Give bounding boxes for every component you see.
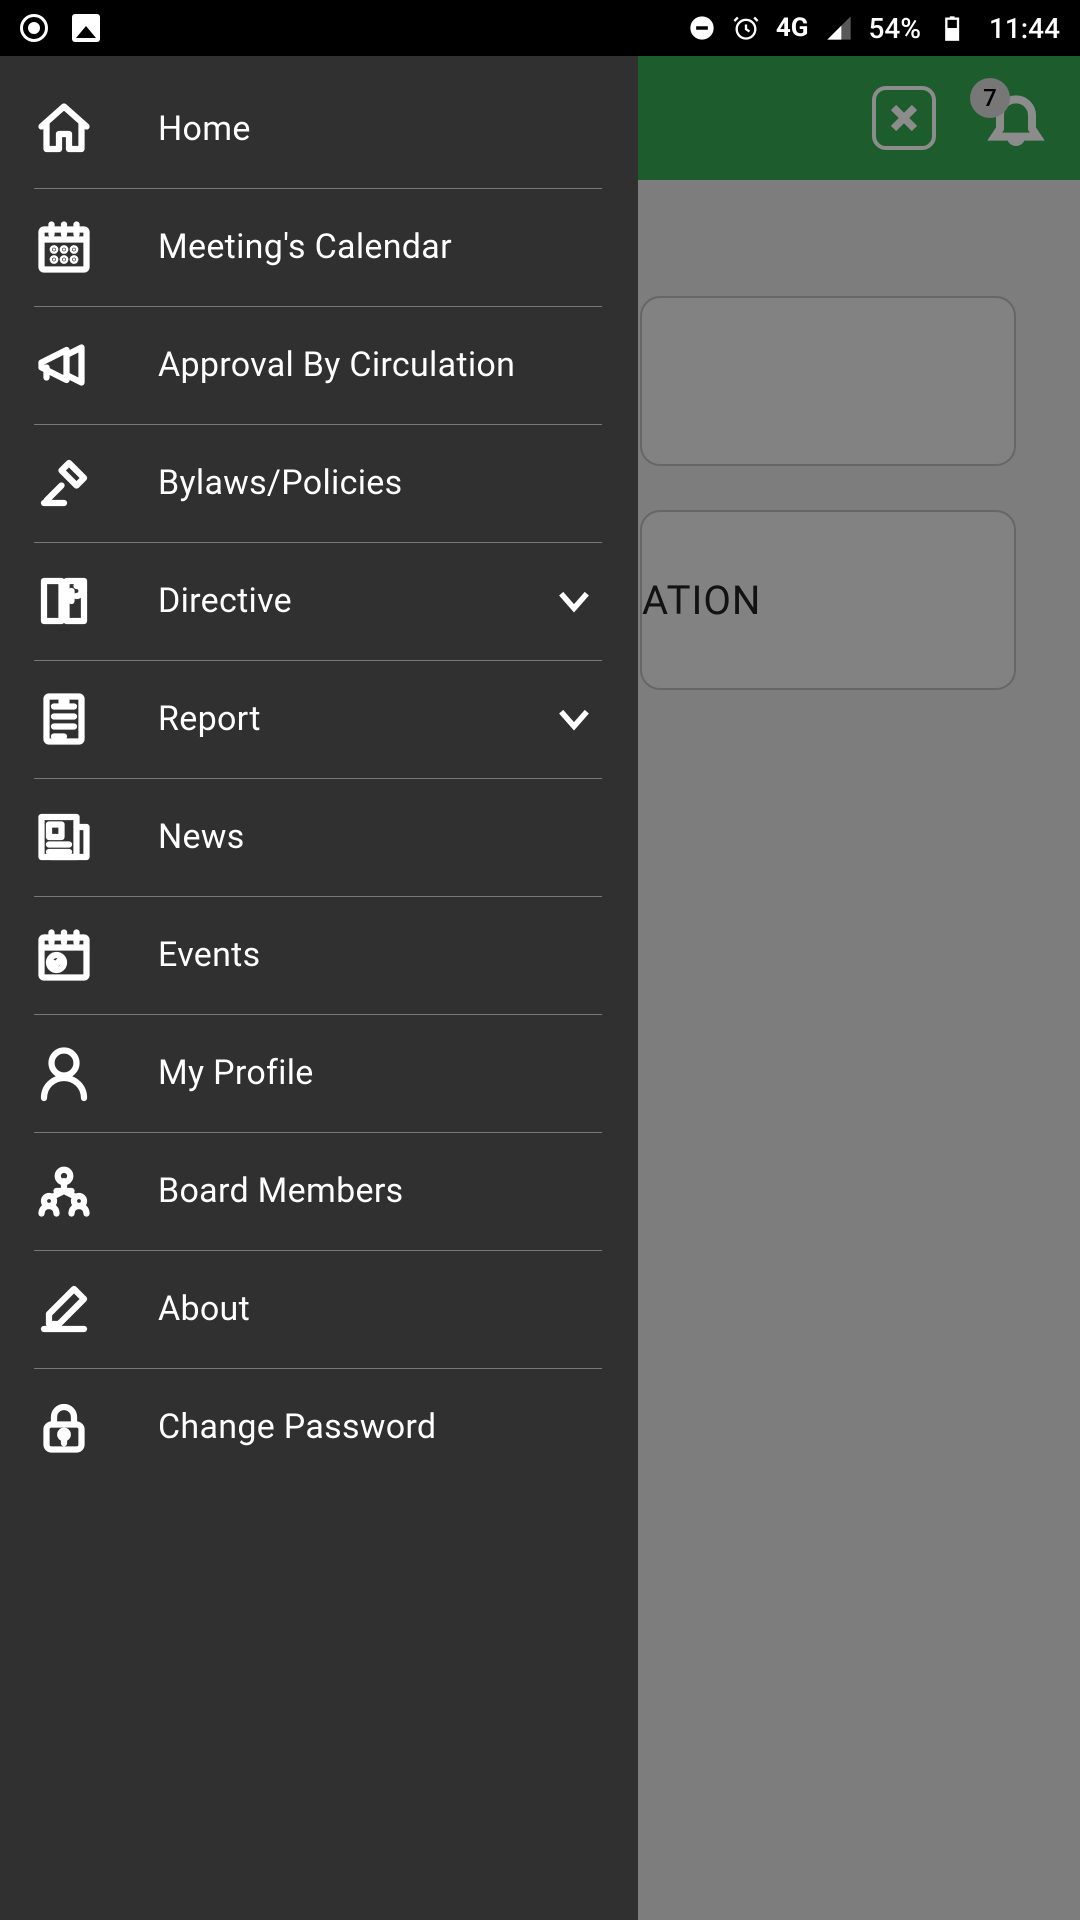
calendar-icon: [34, 217, 94, 277]
profile-icon: [34, 1043, 94, 1103]
nav-item-report[interactable]: Report: [0, 660, 638, 778]
nav-item-profile[interactable]: My Profile: [0, 1014, 638, 1132]
document-icon: [34, 689, 94, 749]
nav-item-directive[interactable]: Directive: [0, 542, 638, 660]
nav-label: About: [158, 1289, 598, 1329]
nav-label: Approval By Circulation: [158, 345, 598, 385]
alarm-icon: [732, 14, 760, 42]
nav-label: Board Members: [158, 1171, 598, 1211]
nav-label: News: [158, 817, 598, 857]
chevron-down-icon: [550, 695, 598, 743]
gallery-icon: [72, 14, 100, 42]
network-label: 4G: [776, 13, 809, 43]
nav-item-password[interactable]: Change Password: [0, 1368, 638, 1486]
lock-icon: [34, 1397, 94, 1457]
battery-label: 54%: [869, 12, 921, 45]
nav-item-calendar[interactable]: Meeting's Calendar: [0, 188, 638, 306]
nav-label: Events: [158, 935, 598, 975]
events-icon: [34, 925, 94, 985]
nav-item-news[interactable]: News: [0, 778, 638, 896]
signal-icon: [825, 14, 853, 42]
nav-item-about[interactable]: About: [0, 1250, 638, 1368]
clock-label: 11:44: [989, 12, 1060, 45]
dnd-icon: [688, 14, 716, 42]
nav-label: Change Password: [158, 1407, 598, 1447]
nav-label: My Profile: [158, 1053, 598, 1093]
nav-label: Home: [158, 109, 598, 149]
home-icon: [34, 99, 94, 159]
gavel-icon: [34, 453, 94, 513]
chevron-down-icon: [550, 577, 598, 625]
news-icon: [34, 807, 94, 867]
nav-label: Bylaws/Policies: [158, 463, 598, 503]
members-icon: [34, 1161, 94, 1221]
nav-label: Meeting's Calendar: [158, 227, 598, 267]
nav-item-events[interactable]: Events: [0, 896, 638, 1014]
nav-item-approval[interactable]: Approval By Circulation: [0, 306, 638, 424]
edit-icon: [34, 1279, 94, 1339]
nav-label: Report: [158, 699, 550, 739]
status-bar: 4G 54% 11:44: [0, 0, 1080, 56]
record-icon: [20, 14, 48, 42]
book-tools-icon: [34, 571, 94, 631]
megaphone-icon: [34, 335, 94, 395]
nav-label: Directive: [158, 581, 550, 621]
battery-icon: [937, 14, 965, 42]
nav-item-board[interactable]: Board Members: [0, 1132, 638, 1250]
nav-item-home[interactable]: Home: [0, 70, 638, 188]
navigation-drawer: Home Meeting's Calendar Approval By Circ…: [0, 56, 638, 1920]
nav-item-bylaws[interactable]: Bylaws/Policies: [0, 424, 638, 542]
